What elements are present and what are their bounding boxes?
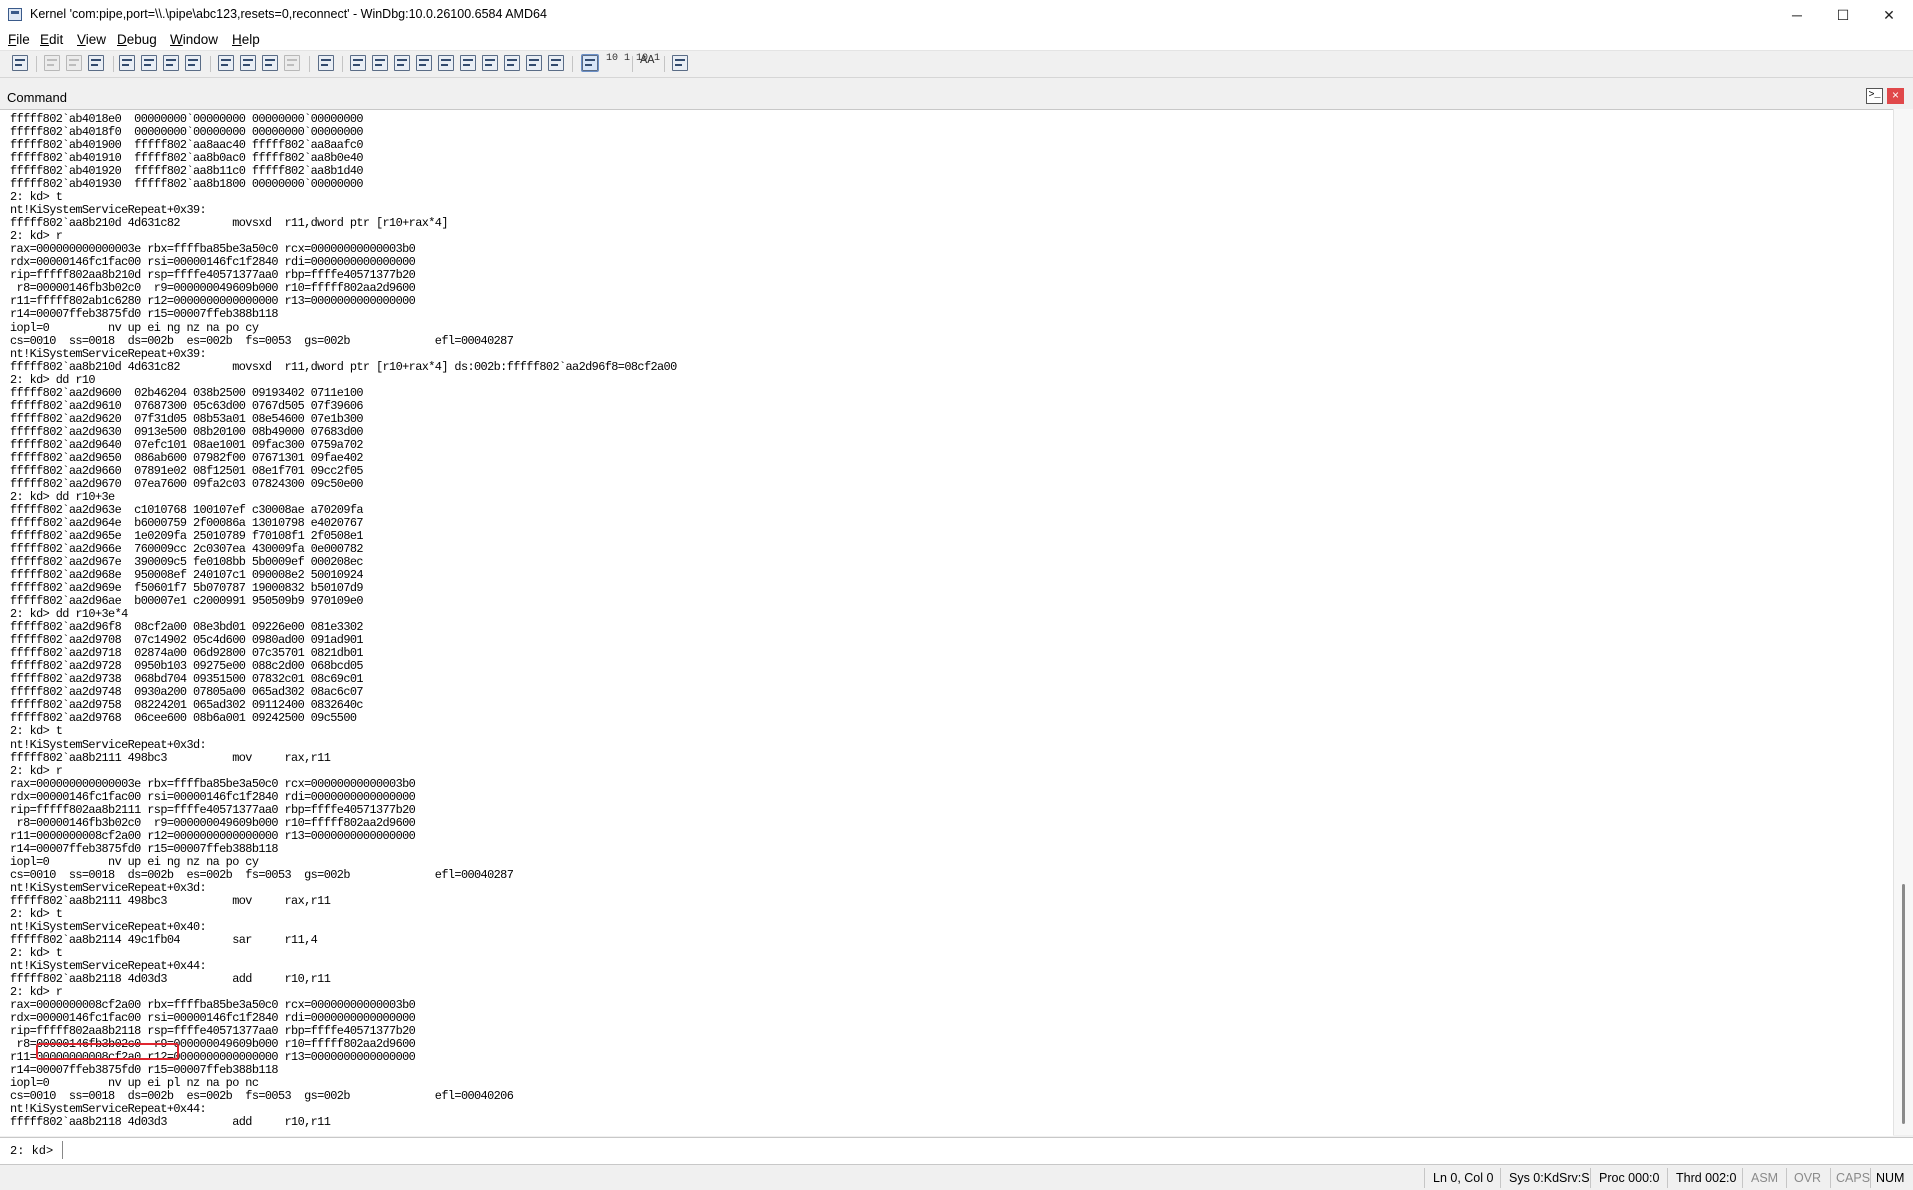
toolbar-separator bbox=[632, 56, 633, 72]
status-separator bbox=[1590, 1168, 1591, 1188]
disassembly-window-icon[interactable] bbox=[482, 55, 498, 71]
status-ovr: OVR bbox=[1794, 1171, 1822, 1185]
step-into-icon[interactable] bbox=[218, 55, 234, 71]
command-window-icon[interactable] bbox=[350, 55, 366, 71]
menu-window[interactable]: Window bbox=[170, 32, 218, 47]
scratch-pad-icon[interactable] bbox=[504, 55, 520, 71]
processes-threads-icon[interactable] bbox=[526, 55, 542, 71]
menu-edit[interactable]: Edit bbox=[40, 32, 63, 47]
status-num: NUM bbox=[1876, 1171, 1905, 1185]
source-mode-icon[interactable] bbox=[548, 55, 564, 71]
status-caps: CAPS bbox=[1836, 1171, 1871, 1185]
run-to-cursor-icon[interactable] bbox=[284, 55, 300, 71]
command-input-row: 2: kd> bbox=[0, 1137, 1913, 1165]
maximize-button[interactable]: ☐ bbox=[1820, 0, 1866, 30]
toolbar-separator bbox=[210, 56, 211, 72]
toolbar-separator bbox=[113, 56, 114, 72]
call-stack-window-icon[interactable] bbox=[460, 55, 476, 71]
menu-view[interactable]: View bbox=[77, 32, 106, 47]
toolbar-separator bbox=[664, 56, 665, 72]
status-separator bbox=[1870, 1168, 1871, 1188]
restart-icon[interactable] bbox=[141, 55, 157, 71]
command-output-pane[interactable]: fffff802`ab4018e0 00000000`00000000 0000… bbox=[0, 109, 1893, 1136]
toolbar-separator bbox=[36, 56, 37, 72]
status-separator bbox=[1667, 1168, 1668, 1188]
toolbar-separator bbox=[572, 56, 573, 72]
registers-window-icon[interactable] bbox=[416, 55, 432, 71]
toolbar-separator bbox=[309, 56, 310, 72]
toolbar: 10 1 10 1 AA bbox=[0, 51, 1913, 78]
command-window-title: Command bbox=[7, 90, 67, 105]
title-bar: Kernel 'com:pipe,port=\\.\pipe\abc123,re… bbox=[0, 0, 1913, 30]
status-thrd: Thrd 002:0 bbox=[1676, 1171, 1737, 1185]
r11-value-highlight bbox=[36, 1043, 179, 1060]
status-proc: Proc 000:0 bbox=[1599, 1171, 1660, 1185]
copy-icon[interactable] bbox=[66, 55, 82, 71]
status-separator bbox=[1424, 1168, 1425, 1188]
cut-icon[interactable] bbox=[44, 55, 60, 71]
source-mode-on-icon[interactable] bbox=[581, 54, 599, 72]
kd-prompt: 2: kd> bbox=[10, 1144, 54, 1158]
locals-window-icon[interactable] bbox=[394, 55, 410, 71]
paste-icon[interactable] bbox=[88, 55, 104, 71]
toolbar-separator bbox=[342, 56, 343, 72]
menu-bar: File Edit View Debug Window Help bbox=[0, 30, 1913, 51]
status-separator bbox=[1500, 1168, 1501, 1188]
font-icon[interactable]: AA bbox=[640, 54, 654, 66]
step-over-icon[interactable] bbox=[240, 55, 256, 71]
go-icon[interactable] bbox=[119, 55, 135, 71]
close-command-window-button[interactable]: × bbox=[1887, 88, 1904, 104]
step-out-icon[interactable] bbox=[262, 55, 278, 71]
stop-debugging-icon[interactable] bbox=[163, 55, 179, 71]
watch-window-icon[interactable] bbox=[372, 55, 388, 71]
windbg-app-icon[interactable] bbox=[8, 8, 22, 21]
command-window-header: Command bbox=[0, 86, 1913, 108]
minimize-button[interactable]: ─ bbox=[1774, 0, 1820, 30]
scrollbar-thumb[interactable] bbox=[1902, 884, 1905, 1124]
open-folder-icon[interactable] bbox=[12, 55, 28, 71]
status-bar: Ln 0, Col 0 Sys 0:KdSrv:S Proc 000:0 Thr… bbox=[0, 1166, 1913, 1190]
status-separator bbox=[1742, 1168, 1743, 1188]
command-output-text: fffff802`ab4018e0 00000000`00000000 0000… bbox=[10, 112, 677, 1130]
menu-debug[interactable]: Debug bbox=[117, 32, 157, 47]
status-separator bbox=[1830, 1168, 1831, 1188]
status-asm: ASM bbox=[1751, 1171, 1779, 1185]
status-separator bbox=[1786, 1168, 1787, 1188]
hand-icon[interactable] bbox=[318, 55, 334, 71]
window-title: Kernel 'com:pipe,port=\\.\pipe\abc123,re… bbox=[30, 7, 547, 21]
menu-help[interactable]: Help bbox=[232, 32, 260, 47]
break-icon[interactable] bbox=[185, 55, 201, 71]
options-icon[interactable] bbox=[672, 55, 688, 71]
status-line-col: Ln 0, Col 0 bbox=[1433, 1171, 1494, 1185]
close-window-button[interactable]: ✕ bbox=[1866, 0, 1912, 30]
status-sys: Sys 0:KdSrv:S bbox=[1509, 1171, 1590, 1185]
memory-window-icon[interactable] bbox=[438, 55, 454, 71]
command-input[interactable] bbox=[62, 1141, 1911, 1159]
menu-file[interactable]: File bbox=[8, 32, 30, 47]
command-prompt-icon[interactable]: >_ bbox=[1866, 88, 1883, 104]
